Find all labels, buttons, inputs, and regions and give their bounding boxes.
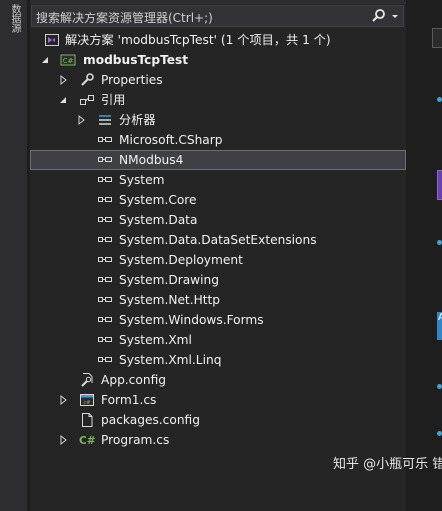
chevron-down-icon[interactable]	[389, 7, 401, 25]
file-label: Form1.cs	[101, 393, 157, 407]
wrench-icon	[79, 72, 95, 88]
purple-block	[437, 170, 442, 200]
assembly-icon	[97, 292, 113, 308]
svg-text:c#: c#	[84, 400, 91, 406]
assembly-icon	[97, 132, 113, 148]
assembly-icon	[97, 312, 113, 328]
reference-item[interactable]: System.Xml.Linq	[30, 350, 406, 370]
solution-label: 解决方案 'modbusTcpTest' (1 个项目，共 1 个)	[65, 33, 331, 47]
file-label: Program.cs	[101, 433, 170, 447]
reference-item[interactable]: System.Data.DataSetExtensions	[30, 230, 406, 250]
collapsed-arrow-icon[interactable]	[57, 70, 69, 90]
tree-row-solution[interactable]: 解决方案 'modbusTcpTest' (1 个项目，共 1 个)	[30, 30, 406, 50]
watermark-text: 知乎 @小瓶可乐 错	[333, 457, 442, 472]
left-tool-strip: 数据源	[0, 0, 28, 511]
references-icon	[79, 92, 95, 108]
assembly-icon	[97, 172, 113, 188]
search-placeholder: 搜索解决方案资源管理器(Ctrl+;)	[36, 11, 213, 25]
file-label: App.config	[101, 373, 166, 387]
config-file-icon	[79, 372, 95, 388]
document-icon	[79, 412, 95, 428]
assembly-icon	[97, 332, 113, 348]
solution-explorer: 搜索解决方案资源管理器(Ctrl+;) 解决方案 'modbusTcpTest'…	[30, 0, 406, 511]
references-label: 引用	[101, 93, 126, 107]
tree-row-properties[interactable]: Properties	[30, 70, 406, 90]
reference-label: System.Xml	[119, 333, 192, 347]
expanded-arrow-icon[interactable]	[57, 90, 69, 110]
reference-label: System.Xml.Linq	[119, 353, 222, 367]
reference-item[interactable]: System.Windows.Forms	[30, 310, 406, 330]
reference-label: NModbus4	[119, 153, 184, 167]
editor-toolbar-box[interactable]	[432, 28, 442, 48]
reference-label: System.Core	[119, 193, 197, 207]
csharp-project-icon: C#	[60, 52, 76, 68]
reference-item[interactable]: System	[30, 170, 406, 190]
editor-area-edge: A	[410, 0, 442, 511]
file-packages-config[interactable]: packages.config	[30, 410, 406, 430]
assembly-icon	[97, 252, 113, 268]
letter-tile-icon: A	[437, 312, 442, 340]
assembly-icon	[97, 352, 113, 368]
marker-dot-icon	[437, 384, 442, 389]
file-label: packages.config	[101, 413, 200, 427]
reference-label: Microsoft.CSharp	[119, 133, 223, 147]
assembly-icon	[97, 272, 113, 288]
marker-dot-icon	[437, 240, 442, 245]
marker-dot-icon	[437, 431, 442, 436]
reference-label: System.Windows.Forms	[119, 313, 264, 327]
collapsed-arrow-icon[interactable]	[57, 390, 69, 410]
assembly-icon	[97, 212, 113, 228]
file-app-config[interactable]: App.config	[30, 370, 406, 390]
tree-row-project[interactable]: C# modbusTcpTest	[30, 50, 406, 70]
reference-item[interactable]: System.Data	[30, 210, 406, 230]
reference-label: System.Net.Http	[119, 293, 221, 307]
solution-icon	[44, 32, 60, 48]
reference-item-selected[interactable]: NModbus4	[30, 150, 406, 170]
assembly-icon	[97, 232, 113, 248]
collapsed-arrow-icon[interactable]	[57, 430, 69, 450]
tree-row-analyzers[interactable]: 分析器	[30, 110, 406, 130]
analyzers-label: 分析器	[119, 113, 156, 127]
reference-item[interactable]: Microsoft.CSharp	[30, 130, 406, 150]
file-form1[interactable]: c# Form1.cs	[30, 390, 406, 410]
assembly-icon	[97, 152, 113, 168]
marker-dot-icon	[437, 97, 442, 102]
reference-label: System.Data	[119, 213, 198, 227]
project-badge: C#	[63, 57, 74, 65]
reference-label: System.Data.DataSetExtensions	[119, 233, 317, 247]
collapsed-arrow-icon[interactable]	[75, 110, 87, 130]
assembly-icon	[97, 192, 113, 208]
search-icon[interactable]	[371, 7, 387, 25]
reference-item[interactable]: System.Core	[30, 190, 406, 210]
data-sources-tab[interactable]: 数据源	[6, 4, 22, 42]
search-box[interactable]: 搜索解决方案资源管理器(Ctrl+;)	[31, 5, 404, 27]
reference-item[interactable]: System.Net.Http	[30, 290, 406, 310]
reference-label: System.Drawing	[119, 273, 219, 287]
reference-item[interactable]: System.Drawing	[30, 270, 406, 290]
properties-label: Properties	[101, 73, 163, 87]
analyzer-icon	[97, 112, 113, 128]
tree-row-references[interactable]: 引用	[30, 90, 406, 110]
reference-label: System	[119, 173, 165, 187]
form-file-icon: c#	[79, 392, 95, 408]
project-label: modbusTcpTest	[83, 53, 189, 67]
reference-label: System.Deployment	[119, 253, 243, 267]
csharp-file-icon: C#	[79, 432, 96, 448]
panel-header-strip	[30, 0, 406, 4]
file-program[interactable]: C# Program.cs	[30, 430, 406, 450]
reference-item[interactable]: System.Deployment	[30, 250, 406, 270]
reference-item[interactable]: System.Xml	[30, 330, 406, 350]
expanded-arrow-icon[interactable]	[39, 50, 51, 70]
program-badge: C#	[79, 435, 96, 447]
